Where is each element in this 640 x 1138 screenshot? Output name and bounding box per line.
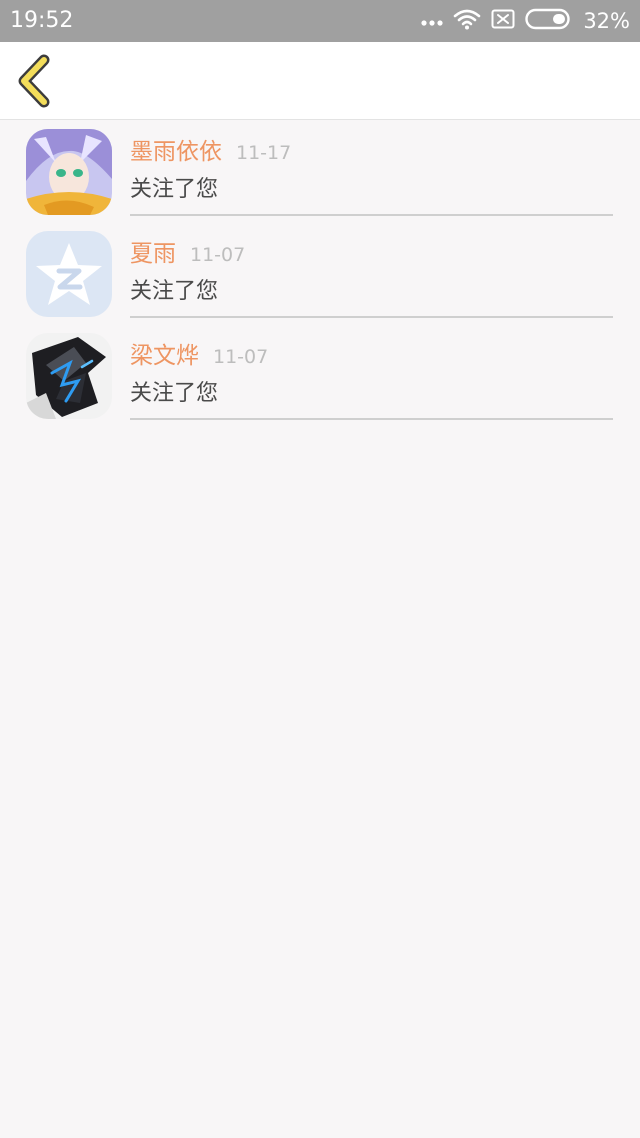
list-item-header: 梁文烨 11-07 [130, 342, 268, 371]
chevron-left-icon [12, 54, 60, 112]
wifi-icon [453, 8, 481, 34]
follow-message: 关注了您 [130, 279, 219, 304]
battery-percent: 32% [583, 9, 630, 33]
sim-off-icon [491, 9, 515, 33]
more-dots-icon [421, 12, 443, 31]
back-button[interactable] [12, 54, 60, 108]
avatar[interactable] [26, 333, 112, 419]
avatar[interactable] [26, 129, 112, 215]
list-item-header: 夏雨 11-07 [130, 240, 245, 269]
list-item-header: 墨雨依依 11-17 [130, 138, 291, 167]
battery-icon [525, 8, 573, 34]
avatar[interactable] [26, 231, 112, 317]
follower-list: 墨雨依依 11-17 关注了您 夏雨 11-07 关注了您 梁文烨 11-07 … [0, 120, 640, 426]
list-item[interactable]: 梁文烨 11-07 关注了您 [0, 324, 640, 426]
list-item[interactable]: 夏雨 11-07 关注了您 [0, 222, 640, 324]
follow-date: 11-07 [190, 244, 246, 266]
user-name[interactable]: 墨雨依依 [130, 139, 222, 165]
follow-date: 11-17 [236, 142, 292, 164]
user-name[interactable]: 梁文烨 [130, 343, 199, 369]
list-item-body: 墨雨依依 11-17 关注了您 [130, 120, 613, 216]
list-item[interactable]: 墨雨依依 11-17 关注了您 [0, 120, 640, 222]
status-bar: 19:52 32% [0, 0, 640, 42]
follow-message: 关注了您 [130, 381, 219, 406]
top-bar [0, 42, 640, 120]
user-name[interactable]: 夏雨 [130, 241, 176, 267]
status-icons: 32% [421, 7, 630, 35]
status-time: 19:52 [10, 8, 74, 33]
list-item-body: 夏雨 11-07 关注了您 [130, 222, 613, 318]
follow-date: 11-07 [213, 346, 269, 368]
list-item-body: 梁文烨 11-07 关注了您 [130, 324, 613, 420]
follow-message: 关注了您 [130, 177, 219, 202]
